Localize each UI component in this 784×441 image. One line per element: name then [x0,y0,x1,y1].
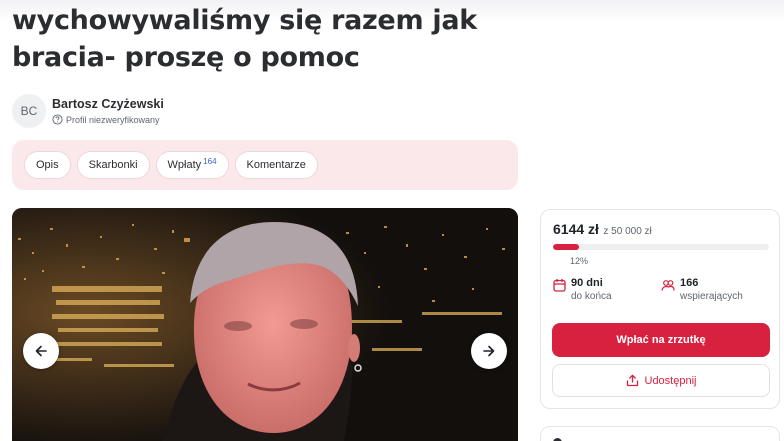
page-title-line-1: wychowywaliśmy się razem jak [12,5,477,36]
progress-bar-fill [553,244,579,250]
tab-label: Opis [36,159,59,171]
tab-label: Skarbonki [88,159,138,171]
question-circle-icon [52,114,63,125]
days-remaining: 90 dni do końca [553,277,612,302]
secondary-card [540,426,780,441]
donate-button[interactable]: Wpłać na zrzutkę [552,323,770,357]
supporters-label: wspierających [680,291,743,302]
amount-summary: 6144 zł z 50 000 zł [553,221,652,239]
gallery-prev-button[interactable] [23,333,59,369]
author-verification-status: Profil niezweryfikowany [52,114,164,125]
progress-percentage: 12% [570,256,589,266]
progress-bar [553,244,769,250]
share-icon [626,374,638,387]
tab-label: Komentarze [246,159,306,171]
tab-count-badge: 164 [203,156,217,166]
tab-skarbonki[interactable]: Skarbonki [76,151,150,179]
days-remaining-label: do końca [571,291,612,302]
tab-label: Wpłaty [167,159,202,171]
page-title: wychowywaliśmy się razem jak bracia- pro… [12,2,572,76]
tab-komentarze[interactable]: Komentarze [234,151,318,179]
avatar[interactable]: BC [12,94,46,128]
gallery-next-button[interactable] [471,333,507,369]
calendar-icon [553,279,566,292]
author-block[interactable]: BC Bartosz Czyżewski Profil niezweryfiko… [12,94,164,128]
supporters-icon [661,280,675,291]
share-button[interactable]: Udostępnij [552,364,770,397]
donation-card: 6144 zł z 50 000 zł 12% 90 dni do końca … [540,209,780,409]
fundraiser-photo-gallery [12,208,518,441]
tab-opis[interactable]: Opis [24,151,71,179]
share-button-label: Udostępnij [644,374,697,387]
section-tabs: Opis Skarbonki Wpłaty 164 Komentarze [12,140,518,190]
supporters-count: 166 wspierających [661,277,743,302]
tab-wplaty[interactable]: Wpłaty 164 [155,151,229,179]
author-status-label: Profil niezweryfikowany [66,114,160,125]
amount-raised: 6144 zł [553,221,599,237]
page-title-line-2: bracia- proszę o pomoc [12,42,360,73]
amount-goal: z 50 000 zł [603,226,652,237]
fundraiser-photo [12,208,518,441]
supporters-value: 166 [680,277,699,289]
author-name[interactable]: Bartosz Czyżewski [52,97,164,111]
arrow-left-icon [35,345,47,357]
days-remaining-value: 90 dni [571,277,603,289]
arrow-right-icon [483,345,495,357]
